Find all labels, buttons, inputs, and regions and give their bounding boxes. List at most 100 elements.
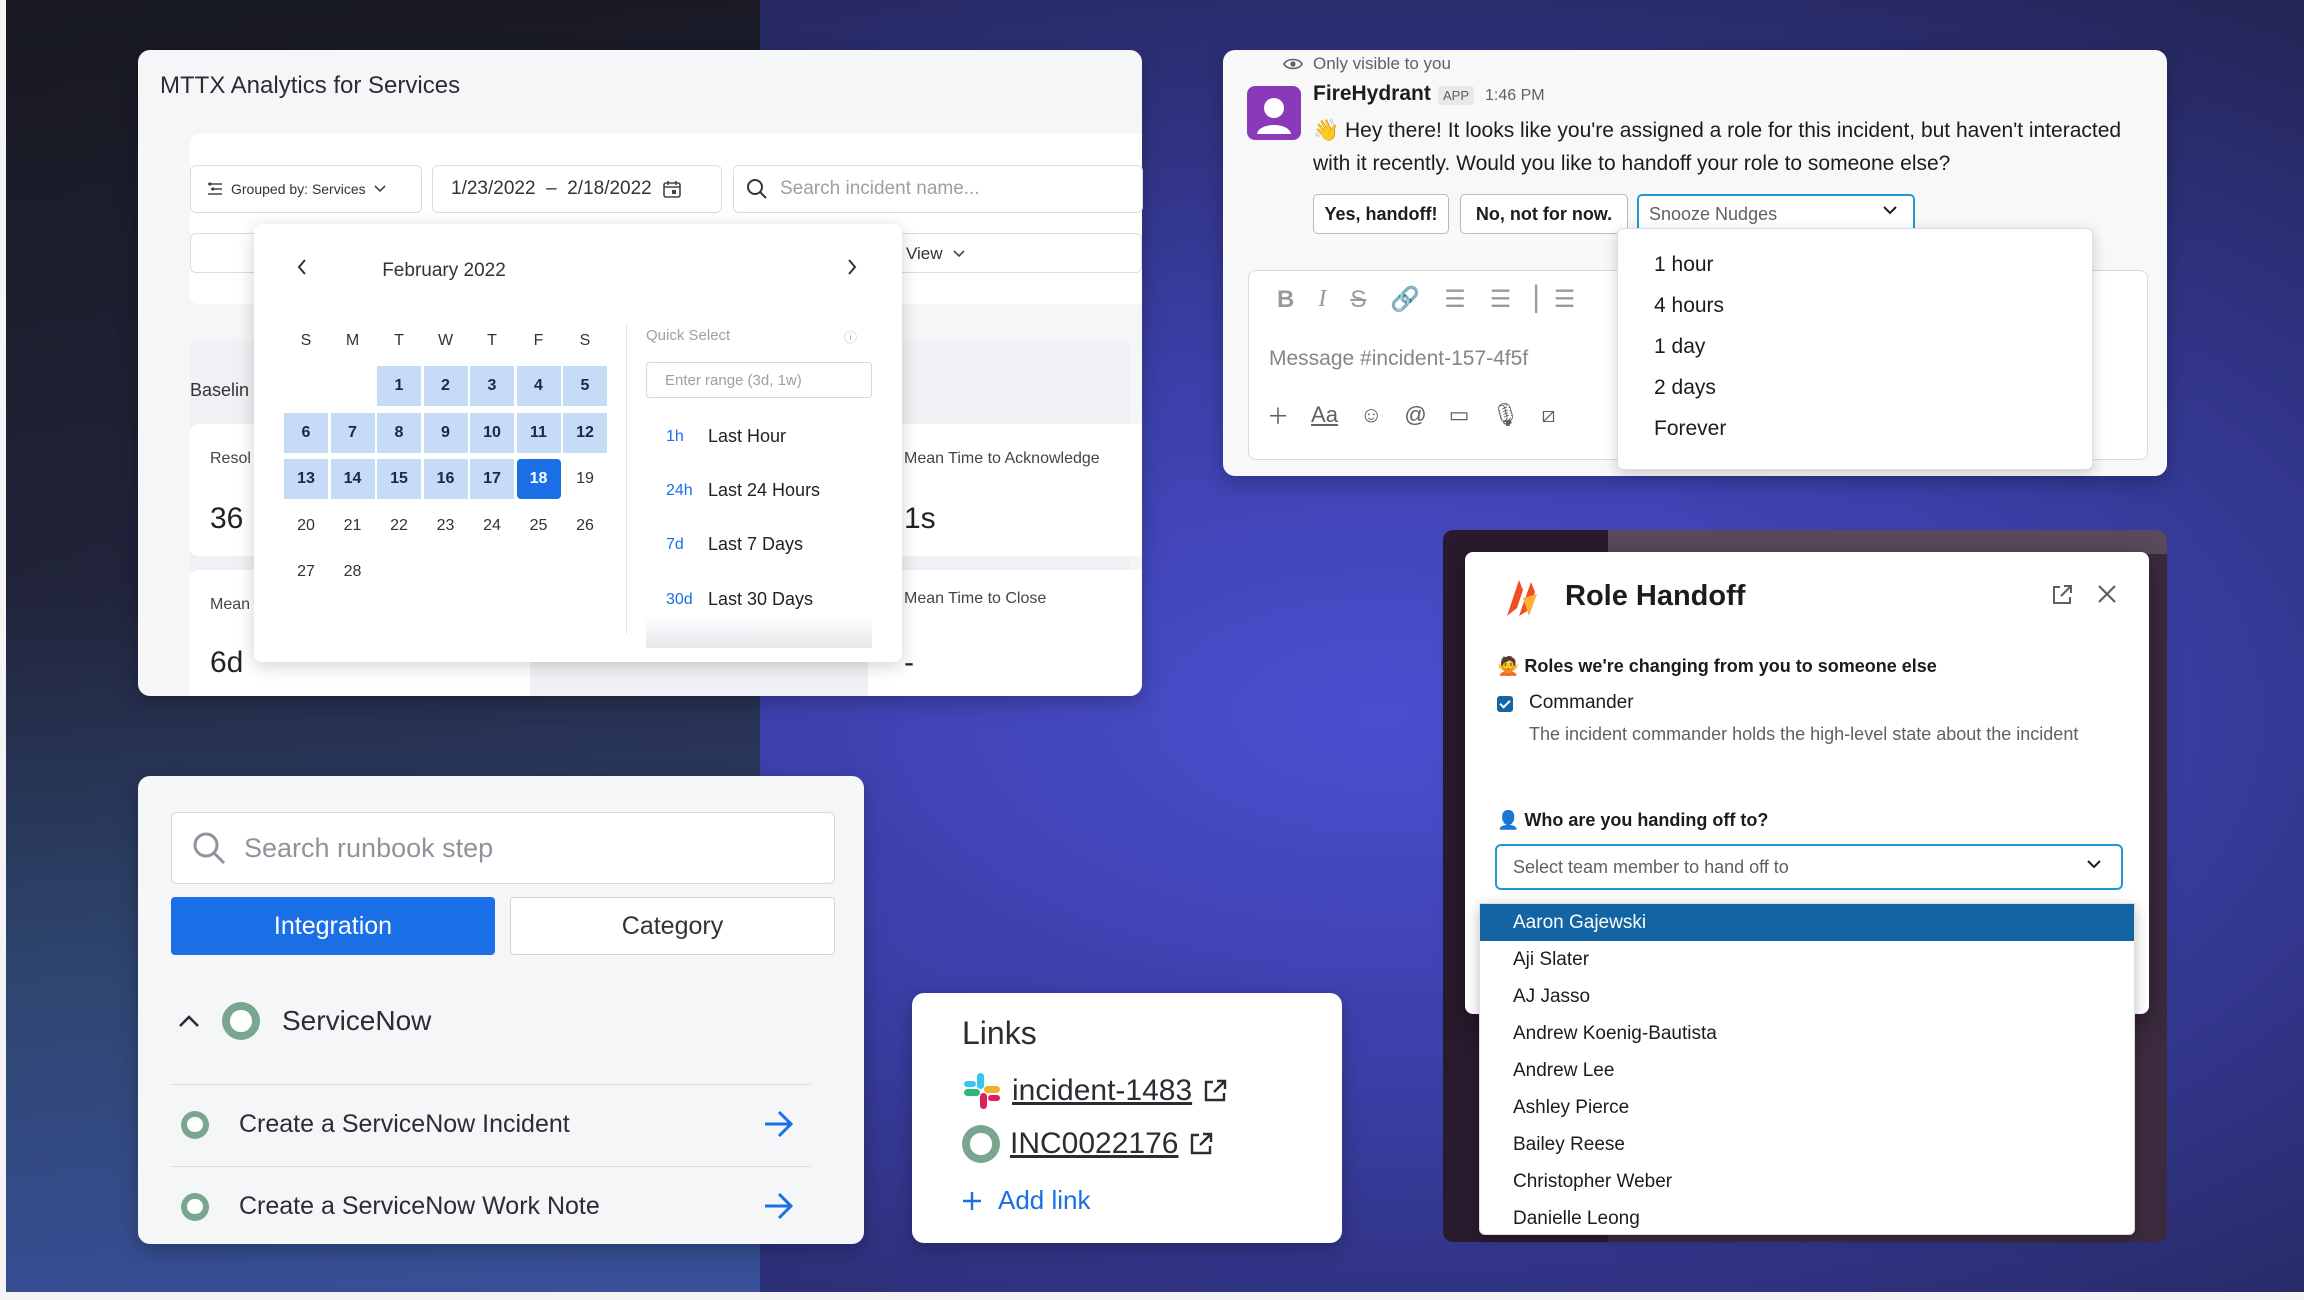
calendar-day[interactable]: 3 [470,366,514,406]
servicenow-group-header[interactable]: ServiceNow [178,1002,431,1040]
calendar-day[interactable]: 14 [330,459,375,499]
message-time[interactable]: 1:46 PM [1485,87,1545,105]
snooze-option[interactable]: 1 hour [1654,253,1714,277]
date-range-value: 1/23/2022 – 2/18/2022 [451,178,652,199]
range-input[interactable]: Enter range (3d, 1w) [646,362,872,398]
incident-search-input[interactable]: Search incident name... [733,165,1143,213]
next-month-button[interactable] [846,258,858,276]
runbook-search-input[interactable]: Search runbook step [171,812,835,884]
member-option[interactable]: Aji Slater [1480,941,2134,978]
member-option[interactable]: Christopher Weber [1480,1163,2134,1200]
yes-handoff-button[interactable]: Yes, handoff! [1313,194,1449,234]
plus-icon [963,1191,981,1210]
external-link-icon[interactable] [1188,1131,1214,1157]
calendar-day[interactable]: 2 [423,366,468,406]
calendar-day[interactable]: 16 [423,459,468,499]
view-dropdown[interactable]: View [906,244,965,264]
external-link-icon[interactable] [2051,584,2073,606]
calendar-divider [626,324,627,634]
calendar-day[interactable]: 24 [470,506,514,546]
link-text[interactable]: INC0022176 [1010,1127,1178,1161]
calendar-day[interactable]: 17 [470,459,514,499]
member-option[interactable]: Ashley Pierce [1480,1089,2134,1126]
snooze-option[interactable]: 2 days [1654,376,1716,400]
plus-icon[interactable]: ＋ [1267,399,1289,431]
tab-integration[interactable]: Integration [171,897,495,955]
stat-card-acknowledge: Mean Time to Acknowledge 1s [868,424,1142,556]
calendar-day[interactable]: 15 [377,459,421,499]
sender-name[interactable]: FireHydrant [1313,82,1431,106]
calendar-day[interactable]: 20 [284,506,328,546]
calendar-day[interactable]: 4 [516,366,561,406]
calendar-day[interactable]: 11 [516,412,561,453]
calendar-day[interactable]: 10 [470,412,514,453]
calendar-day[interactable]: 22 [377,506,421,546]
snooze-option[interactable]: 4 hours [1654,294,1724,318]
bullet-list-icon[interactable]: ☰ [1490,285,1512,314]
text-format-icon[interactable]: Aa [1311,402,1338,428]
roles-section-label: 🙅 Roles we're changing from you to someo… [1497,656,1937,676]
member-option[interactable]: Bailey Reese [1480,1126,2134,1163]
member-option[interactable]: Andrew Lee [1480,1052,2134,1089]
servicenow-logo-icon [962,1125,1000,1163]
avatar[interactable] [1247,86,1301,140]
runbook-step-row[interactable]: Create a ServiceNow Work Note [171,1166,811,1244]
snooze-option[interactable]: Forever [1654,417,1726,441]
arrow-right-icon[interactable] [763,1109,795,1139]
runbook-step-row[interactable]: Create a ServiceNow Incident [171,1084,811,1164]
team-member-list: Aaron Gajewski Aji Slater AJ Jasso Andre… [1479,903,2135,1235]
slash-command-icon[interactable]: ⧄ [1541,402,1555,428]
calendar-day[interactable]: 27 [284,552,328,592]
tab-category[interactable]: Category [510,897,835,955]
calendar-day[interactable]: 9 [423,412,468,453]
blockquote-icon[interactable]: ▏☰ [1535,285,1575,314]
link-icon[interactable]: 🔗 [1390,285,1420,314]
commander-checkbox[interactable] [1497,696,1513,712]
member-option[interactable]: Danielle Leong [1480,1200,2134,1234]
calendar-day[interactable]: 23 [424,506,468,546]
calendar-day[interactable]: 19 [563,459,607,499]
runbook-steps-card: Search runbook step Integration Category… [138,776,864,1244]
chevron-down-icon [374,185,386,193]
calendar-day[interactable]: 25 [517,506,561,546]
calendar-day[interactable]: 8 [377,412,421,453]
link-text[interactable]: incident-1483 [1012,1074,1192,1108]
snooze-option[interactable]: 1 day [1654,335,1705,359]
microphone-icon[interactable]: 🎙 [1492,402,1520,428]
ordered-list-icon[interactable]: ☰ [1444,285,1466,314]
member-option[interactable]: Andrew Koenig-Bautista [1480,1015,2134,1052]
strikethrough-icon[interactable]: S [1350,286,1366,314]
close-icon[interactable] [2097,584,2117,604]
calendar-day[interactable]: 6 [284,412,328,453]
team-member-select[interactable]: Select team member to hand off to [1495,844,2123,890]
calendar-day[interactable]: 13 [284,459,328,499]
date-range-picker[interactable]: 1/23/2022 – 2/18/2022 [432,165,722,213]
calendar-day[interactable]: 18 [516,459,561,499]
quick-option-last-30d[interactable]: 30d Last 30 Days [666,589,813,610]
quick-option-last-7d[interactable]: 7d Last 7 Days [666,534,803,555]
mention-icon[interactable]: @ [1404,402,1426,428]
member-option[interactable]: Aaron Gajewski [1480,904,2134,941]
italic-icon[interactable]: I [1318,286,1326,313]
calendar-day[interactable]: 12 [563,412,607,453]
calendar-day[interactable]: 7 [330,412,375,453]
add-link-button[interactable]: Add link [962,1185,1091,1216]
bold-icon[interactable]: B [1277,286,1294,314]
calendar-day[interactable]: 26 [563,506,607,546]
quick-option-last-24h[interactable]: 24h Last 24 Hours [666,480,820,501]
calendar-day[interactable]: 21 [331,506,375,546]
link-item-slack[interactable]: incident-1483 [962,1071,1228,1111]
not-now-button[interactable]: No, not for now. [1460,194,1628,234]
external-link-icon[interactable] [1202,1078,1228,1104]
member-option[interactable]: AJ Jasso [1480,978,2134,1015]
video-icon[interactable]: ▭ [1449,402,1470,428]
link-item-servicenow[interactable]: INC0022176 [962,1125,1214,1163]
emoji-icon[interactable]: ☺ [1360,402,1382,428]
calendar-day[interactable]: 1 [377,366,421,406]
group-by-dropdown[interactable]: Grouped by: Services [190,165,422,213]
search-icon [747,179,767,199]
quick-option-last-hour[interactable]: 1h Last Hour [666,426,786,447]
calendar-day[interactable]: 28 [331,552,375,592]
arrow-right-icon[interactable] [763,1191,795,1221]
calendar-day[interactable]: 5 [563,366,607,406]
